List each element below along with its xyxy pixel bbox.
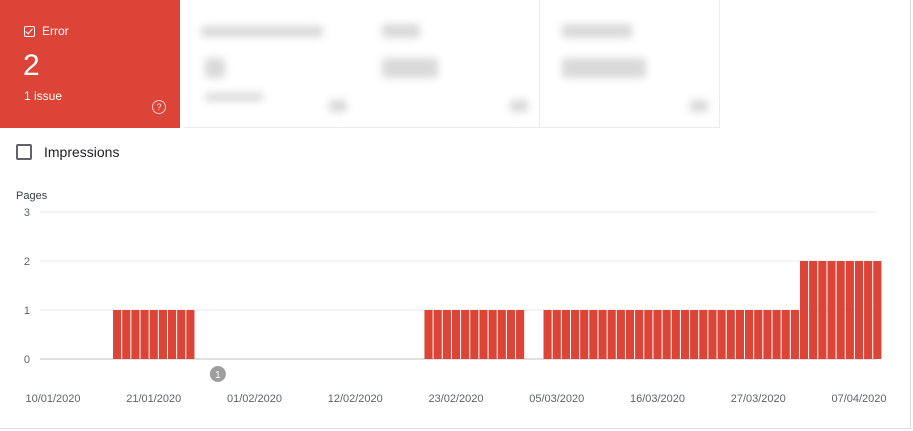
bar[interactable] bbox=[864, 261, 873, 359]
blurred-summary-card[interactable] bbox=[360, 0, 540, 128]
pages-bar-chart: Pages 0 1 2 3 1 10/01/2020 21/01/2020 01/02/2… bbox=[16, 190, 887, 405]
bar[interactable] bbox=[488, 310, 497, 359]
bar[interactable] bbox=[589, 310, 598, 359]
x-tick-label: 21/01/2020 bbox=[126, 393, 181, 405]
bar[interactable] bbox=[690, 310, 699, 359]
x-tick-label: 07/04/2020 bbox=[831, 393, 886, 405]
bar[interactable] bbox=[424, 310, 433, 359]
bar[interactable] bbox=[680, 310, 690, 359]
bar[interactable] bbox=[754, 310, 763, 359]
bar[interactable] bbox=[790, 310, 799, 359]
bar[interactable] bbox=[516, 310, 525, 359]
x-tick-label: 01/02/2020 bbox=[227, 393, 282, 405]
bar[interactable] bbox=[662, 310, 671, 359]
bar[interactable] bbox=[561, 310, 570, 359]
bar[interactable] bbox=[745, 310, 754, 359]
bar[interactable] bbox=[122, 310, 131, 359]
bar[interactable] bbox=[699, 310, 708, 359]
x-tick-label: 12/02/2020 bbox=[328, 393, 383, 405]
bar[interactable] bbox=[781, 310, 790, 359]
bar[interactable] bbox=[158, 310, 167, 359]
bar[interactable] bbox=[772, 310, 781, 359]
bar[interactable] bbox=[763, 310, 772, 359]
bar[interactable] bbox=[818, 261, 827, 359]
error-count: 2 bbox=[23, 49, 40, 82]
impressions-label: Impressions bbox=[44, 144, 120, 160]
y-tick-label: 3 bbox=[24, 207, 30, 219]
annotation-label: 1 bbox=[215, 370, 221, 381]
bar[interactable] bbox=[552, 310, 561, 359]
bar[interactable] bbox=[644, 310, 653, 359]
bar[interactable] bbox=[479, 310, 488, 359]
x-tick-label: 27/03/2020 bbox=[731, 393, 786, 405]
bar[interactable] bbox=[461, 310, 470, 359]
bar[interactable] bbox=[671, 310, 680, 359]
bar[interactable] bbox=[543, 310, 552, 359]
bar[interactable] bbox=[799, 261, 809, 359]
bar[interactable] bbox=[570, 310, 580, 359]
bar[interactable] bbox=[131, 310, 140, 359]
bar[interactable] bbox=[726, 310, 735, 359]
x-tick-label: 23/02/2020 bbox=[428, 393, 483, 405]
x-tick-label: 16/03/2020 bbox=[630, 393, 685, 405]
impressions-toggle[interactable]: Impressions bbox=[16, 144, 119, 160]
bar[interactable] bbox=[735, 310, 745, 359]
bar[interactable] bbox=[580, 310, 589, 359]
bar[interactable] bbox=[470, 310, 479, 359]
bar[interactable] bbox=[717, 310, 726, 359]
x-tick-label: 05/03/2020 bbox=[529, 393, 584, 405]
y-axis-title: Pages bbox=[16, 190, 48, 202]
bar[interactable] bbox=[140, 310, 149, 359]
blurred-summary-card[interactable] bbox=[183, 0, 363, 128]
error-issue-count: 1 issue bbox=[24, 89, 63, 103]
report-panel: Error 2 1 issue ? Impressions Pages 0123… bbox=[0, 0, 911, 429]
bar[interactable] bbox=[167, 310, 177, 359]
y-tick-label: 1 bbox=[24, 305, 30, 317]
annotation-marker[interactable]: 1 bbox=[209, 366, 226, 382]
bar[interactable] bbox=[149, 310, 158, 359]
help-icon[interactable]: ? bbox=[152, 100, 166, 114]
bar[interactable] bbox=[506, 310, 516, 359]
bar[interactable] bbox=[607, 310, 616, 359]
bar[interactable] bbox=[433, 310, 442, 359]
bar[interactable] bbox=[836, 261, 845, 359]
bar[interactable] bbox=[497, 310, 506, 359]
bar[interactable] bbox=[451, 310, 461, 359]
bar[interactable] bbox=[113, 310, 122, 359]
x-tick-label: 10/01/2020 bbox=[25, 393, 80, 405]
checkbox-checked-icon[interactable] bbox=[24, 25, 35, 37]
error-label: Error bbox=[42, 24, 69, 38]
bar[interactable] bbox=[598, 310, 607, 359]
bar[interactable] bbox=[177, 310, 186, 359]
y-tick-label: 2 bbox=[24, 256, 30, 268]
bar[interactable] bbox=[625, 310, 635, 359]
bar[interactable] bbox=[653, 310, 662, 359]
bar[interactable] bbox=[616, 310, 625, 359]
y-tick-label: 0 bbox=[24, 354, 30, 366]
bar[interactable] bbox=[635, 310, 644, 359]
bar[interactable] bbox=[854, 261, 864, 359]
bar[interactable] bbox=[442, 310, 451, 359]
bar[interactable] bbox=[809, 261, 818, 359]
bar[interactable] bbox=[873, 261, 882, 359]
bar[interactable] bbox=[827, 261, 836, 359]
error-header: Error bbox=[24, 24, 69, 38]
blurred-summary-card[interactable] bbox=[540, 0, 720, 128]
error-summary-card[interactable]: Error 2 1 issue ? bbox=[0, 0, 180, 128]
bar[interactable] bbox=[186, 310, 195, 359]
bar[interactable] bbox=[845, 261, 854, 359]
checkbox-unchecked-icon[interactable] bbox=[16, 144, 32, 160]
bar[interactable] bbox=[708, 310, 717, 359]
